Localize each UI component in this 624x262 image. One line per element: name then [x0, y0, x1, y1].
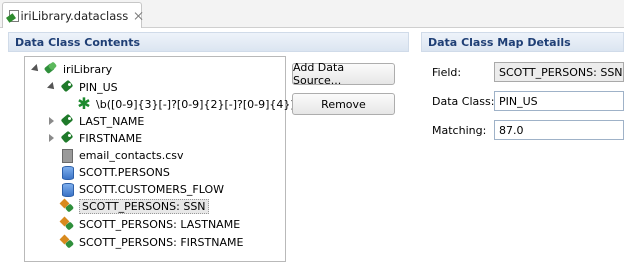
- dataclass-file-icon: [6, 9, 19, 23]
- asterisk-icon: ✱: [77, 94, 91, 113]
- matching-label: Matching:: [432, 124, 487, 137]
- database-icon: [60, 182, 74, 197]
- tree-node-label: FIRSTNAME: [79, 131, 143, 145]
- mapping-icon: [60, 199, 74, 213]
- expand-toggle-icon[interactable]: [47, 133, 57, 143]
- tree-node-scott-persons-firstname[interactable]: SCOTT_PERSONS: FIRSTNAME: [60, 233, 243, 251]
- tree-node-label: email_contacts.csv: [79, 148, 184, 162]
- data-class-field[interactable]: PIN_US: [494, 91, 624, 111]
- tree-node-label: SCOTT_PERSONS: LASTNAME: [79, 217, 241, 231]
- tree-node-label: iriLibrary: [63, 62, 113, 76]
- tree-node-scott-persons-ssn[interactable]: SCOTT_PERSONS: SSN: [60, 197, 209, 215]
- expand-toggle-icon[interactable]: [31, 64, 41, 74]
- mapping-icon: [60, 235, 74, 249]
- field-select[interactable]: SCOTT_PERSONS: SSN: [494, 62, 624, 82]
- tree-node-label: \b([0-9]{3}[-]?[0-9]{2}[-]?[0-9]{4})\b: [96, 97, 306, 111]
- tree-node-irilibrary[interactable]: iriLibrary: [31, 60, 112, 78]
- expand-toggle-icon[interactable]: [47, 116, 57, 126]
- tags-multi-icon: [44, 62, 58, 76]
- add-data-source-button[interactable]: Add Data Source...: [292, 61, 395, 87]
- remove-button[interactable]: Remove: [292, 93, 395, 115]
- tag-icon: [60, 80, 74, 94]
- field-label: Field:: [432, 66, 462, 79]
- section-title: Data Class Contents: [15, 35, 141, 49]
- expand-toggle-icon[interactable]: [47, 82, 57, 92]
- tree-node-last-name[interactable]: LAST_NAME: [47, 112, 144, 130]
- data-class-label: Data Class:: [432, 95, 495, 108]
- close-icon[interactable]: [134, 11, 141, 21]
- tree-node-firstname[interactable]: FIRSTNAME: [47, 129, 142, 147]
- data-class-tree[interactable]: iriLibrary PIN_US ✱ \b([0-9]{3}[-]?[0-9]…: [24, 56, 305, 262]
- file-icon: [60, 148, 74, 163]
- mapping-icon: [60, 217, 74, 231]
- tree-node-regex[interactable]: ✱ \b([0-9]{3}[-]?[0-9]{2}[-]?[0-9]{4})\b: [77, 95, 305, 113]
- tag-icon: [60, 114, 74, 128]
- editor-tab-bar: iriLibrary.dataclass: [0, 0, 624, 28]
- tree-node-scott-persons[interactable]: SCOTT.PERSONS: [60, 163, 170, 181]
- tree-node-scott-customers-flow[interactable]: SCOTT.CUSTOMERS_FLOW: [60, 180, 224, 198]
- tree-node-label: LAST_NAME: [79, 114, 145, 128]
- tree-node-label: SCOTT_PERSONS: SSN: [79, 198, 209, 214]
- data-class-map-details-header: Data Class Map Details: [421, 32, 624, 52]
- database-icon: [60, 165, 74, 180]
- tree-node-label: PIN_US: [79, 80, 118, 94]
- tree-node-email-csv[interactable]: email_contacts.csv: [60, 146, 184, 164]
- tag-icon: [60, 131, 74, 145]
- matching-field[interactable]: 87.0: [494, 120, 624, 140]
- data-class-contents-header: Data Class Contents: [8, 32, 409, 52]
- editor-tab[interactable]: iriLibrary.dataclass: [2, 2, 142, 28]
- tree-node-scott-persons-lastname[interactable]: SCOTT_PERSONS: LASTNAME: [60, 215, 240, 233]
- tree-node-label: SCOTT_PERSONS: FIRSTNAME: [79, 235, 244, 249]
- tab-title: iriLibrary.dataclass: [20, 8, 129, 23]
- section-title: Data Class Map Details: [428, 35, 571, 49]
- tree-node-label: SCOTT.CUSTOMERS_FLOW: [79, 182, 225, 196]
- tree-node-label: SCOTT.PERSONS: [79, 165, 170, 179]
